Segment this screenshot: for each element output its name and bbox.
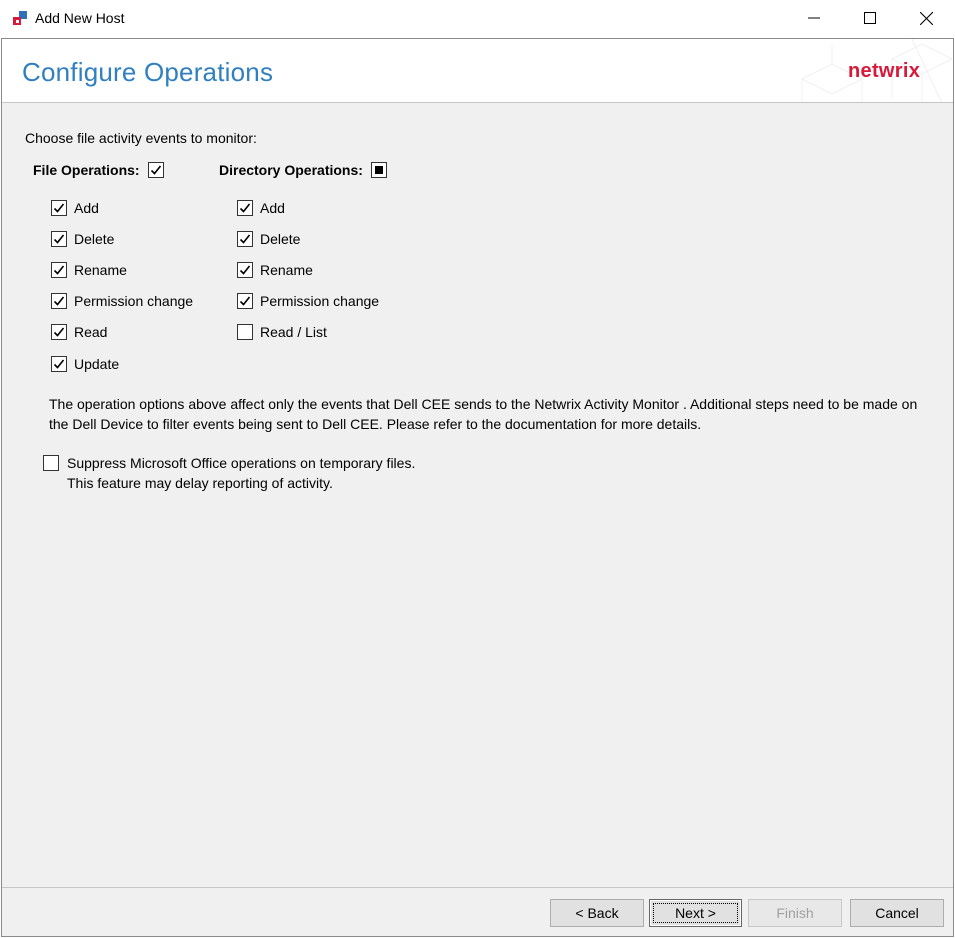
dir-op-label: Rename [260,262,313,278]
checkmark-icon [239,265,251,275]
file-op-rename[interactable]: Rename [51,262,127,278]
file-op-update[interactable]: Update [51,356,119,372]
checkmark-icon [53,265,65,275]
close-icon [920,11,933,25]
wizard-footer: < Back Next > Finish Cancel [2,887,953,936]
file-op-label: Delete [74,231,115,247]
next-button[interactable]: Next > [649,899,742,927]
maximize-icon [863,12,876,24]
file-op-read-checkbox[interactable] [51,324,67,340]
dir-op-label: Permission change [260,293,380,309]
dir-op-read-list-checkbox[interactable] [237,324,253,340]
file-op-delete[interactable]: Delete [51,231,114,247]
dir-op-label: Delete [260,231,301,247]
minimize-button[interactable] [785,0,842,36]
back-button[interactable]: < Back [550,899,644,927]
file-op-permission-change-checkbox[interactable] [51,293,67,309]
suppress-office-sublabel: This feature may delay reporting of acti… [67,475,333,491]
window-title: Add New Host [35,10,125,26]
file-operations-checkbox[interactable] [147,162,164,178]
file-op-label: Rename [74,262,127,278]
directory-operations-label: Directory Operations: [219,162,363,178]
file-op-label: Update [74,356,120,372]
dir-op-label: Add [260,200,285,216]
checkmark-icon [53,234,65,244]
dir-op-delete-checkbox[interactable] [237,231,253,247]
file-operations-header: File Operations: [33,162,164,178]
netwrix-app-icon [13,11,27,25]
checkmark-icon [53,203,65,213]
finish-button: Finish [748,899,842,927]
file-op-add[interactable]: Add [51,200,99,216]
netwrix-logo: netwrix [848,60,921,82]
file-op-read[interactable]: Read [51,324,107,340]
wizard-frame: Configure Operations netwrix Choose file… [1,38,954,937]
file-op-delete-checkbox[interactable] [51,231,67,247]
file-op-label: Read [74,324,108,340]
checkmark-icon [239,296,251,306]
checkmark-icon [239,203,251,213]
dir-op-rename[interactable]: Rename [237,262,313,278]
dir-op-rename-checkbox[interactable] [237,262,253,278]
directory-operations-header: Directory Operations: [219,162,387,178]
checkmark-icon [53,327,65,337]
dir-op-add-checkbox[interactable] [237,200,253,216]
prompt-text: Choose file activity events to monitor: [25,130,257,146]
file-op-rename-checkbox[interactable] [51,262,67,278]
indeterminate-icon [374,166,383,174]
checkmark-icon [53,359,65,369]
dir-op-read-list[interactable]: Read / List [237,324,327,340]
file-op-permission-change[interactable]: Permission change [51,293,193,309]
directory-operations-checkbox[interactable] [370,162,387,178]
checkmark-icon [53,296,65,306]
file-op-label: Permission change [74,293,194,309]
dir-op-add[interactable]: Add [237,200,285,216]
dir-op-permission-change-checkbox[interactable] [237,293,253,309]
suppress-office-option[interactable]: Suppress Microsoft Office operations on … [43,453,415,493]
file-operations-label: File Operations: [33,162,140,178]
checkmark-icon [239,234,251,244]
dir-op-permission-change[interactable]: Permission change [237,293,379,309]
suppress-office-text: Suppress Microsoft Office operations on … [67,453,415,493]
info-note: The operation options above affect only … [49,396,918,432]
wizard-content: Choose file activity events to monitor: … [2,104,953,886]
dir-op-label: Read / List [260,324,327,340]
file-op-label: Add [74,200,99,216]
page-title: Configure Operations [22,57,274,87]
dir-op-delete[interactable]: Delete [237,231,300,247]
cancel-button[interactable]: Cancel [850,899,944,927]
wizard-header: Configure Operations netwrix [2,39,953,103]
file-op-update-checkbox[interactable] [51,356,67,372]
suppress-office-label: Suppress Microsoft Office operations on … [67,455,416,471]
suppress-office-checkbox[interactable] [43,455,59,471]
close-button[interactable] [898,0,955,36]
maximize-button[interactable] [841,0,898,36]
minimize-icon [807,17,820,19]
file-op-add-checkbox[interactable] [51,200,67,216]
checkmark-icon [150,165,161,175]
focus-indicator [653,903,738,923]
title-bar: Add New Host [0,0,955,38]
